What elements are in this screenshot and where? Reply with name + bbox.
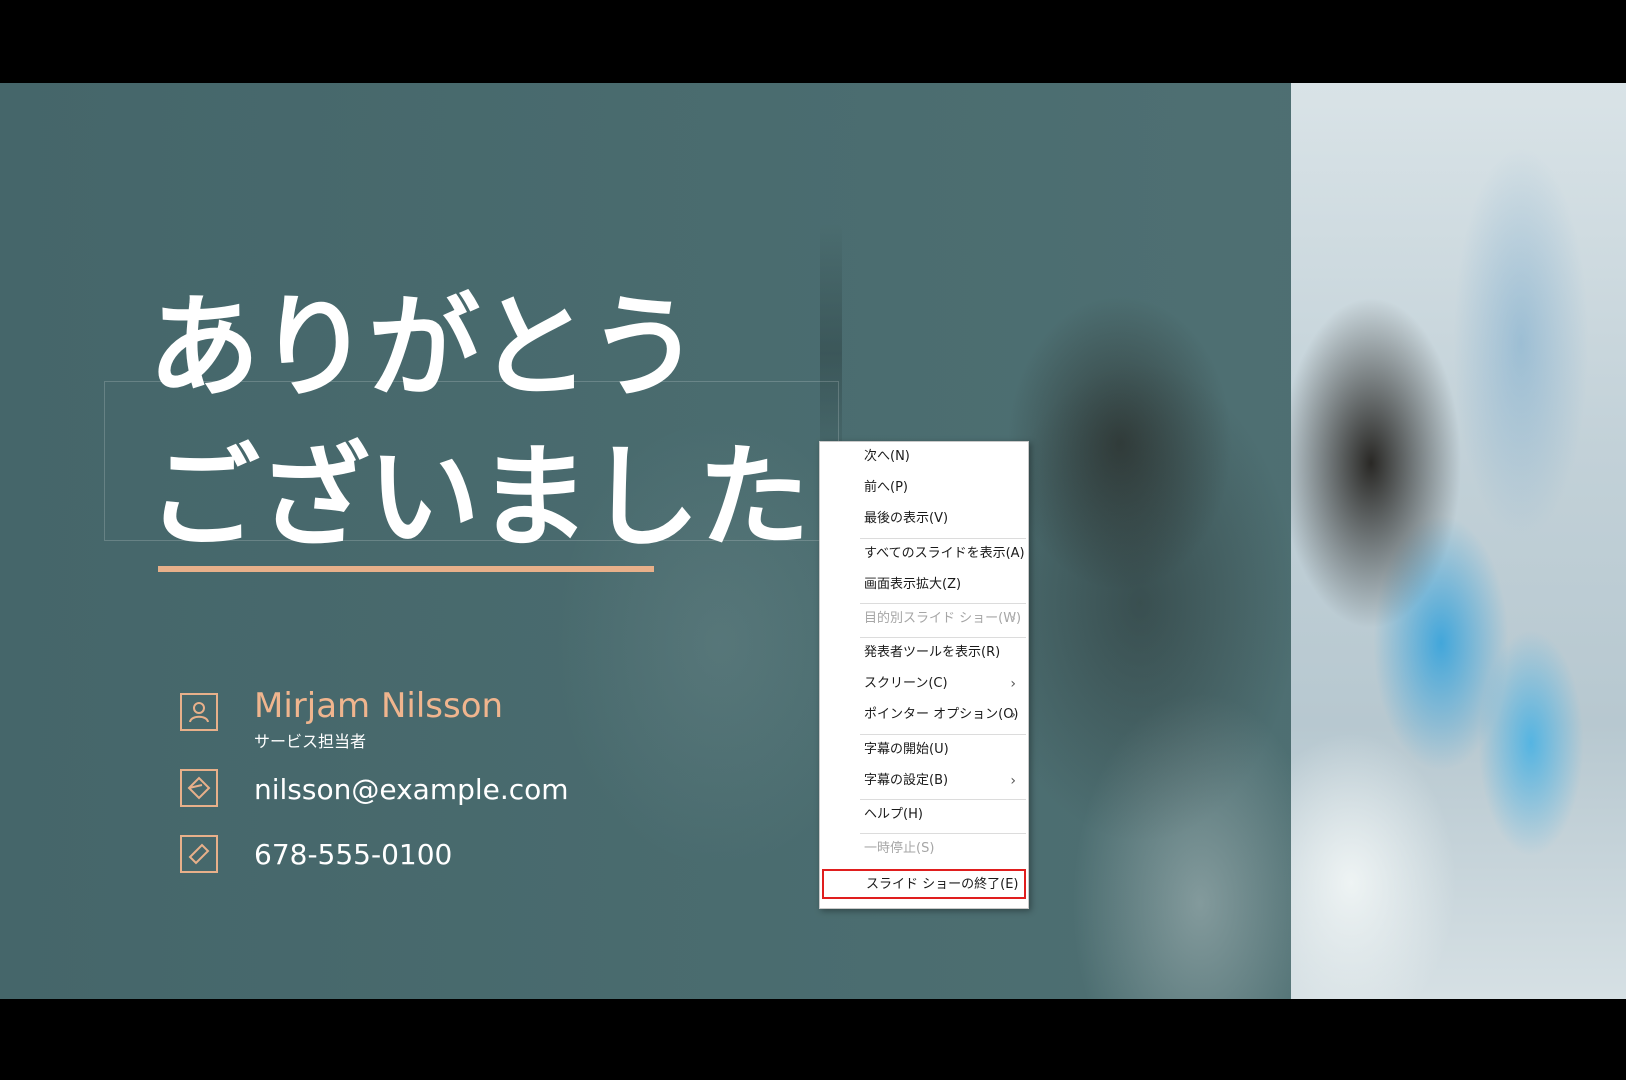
menu-item-label: 字幕の開始(U): [864, 742, 949, 757]
menu-item-label: 一時停止(S): [864, 841, 935, 856]
phone-icon: [180, 835, 218, 873]
menu-item-see-all-slides[interactable]: すべてのスライドを表示(A): [820, 539, 1028, 569]
contact-role: サービス担当者: [254, 732, 367, 751]
menu-item-next[interactable]: 次へ(N): [820, 442, 1028, 472]
title-underline: [158, 566, 654, 572]
menu-item-label: ヘルプ(H): [864, 807, 923, 822]
menu-item-label: 最後の表示(V): [864, 511, 949, 526]
person-icon: [180, 693, 218, 731]
menu-item-label: 前へ(P): [864, 480, 908, 495]
slideshow-context-menu: 次へ(N) 前へ(P) 最後の表示(V) すべてのスライドを表示(A) 画面表示…: [819, 441, 1029, 909]
menu-item-label: スクリーン(C): [864, 676, 948, 691]
email-icon: [180, 769, 218, 807]
menu-item-label: スライド ショーの終了(E): [866, 877, 1019, 892]
lab-photo-panel: [1291, 83, 1626, 999]
menu-item-pointer-options[interactable]: ポインター オプション(O) ›: [820, 700, 1028, 730]
menu-item-label: 次へ(N): [864, 449, 910, 464]
menu-item-pause: 一時停止(S): [820, 834, 1028, 864]
submenu-chevron-icon: ›: [1010, 611, 1016, 627]
menu-item-label: 目的別スライド ショー(W): [864, 611, 1022, 626]
menu-item-help[interactable]: ヘルプ(H): [820, 800, 1028, 830]
slide[interactable]: ありがとうございました Mirjam Nilsson サービス担当者 nilss…: [0, 83, 1626, 999]
submenu-chevron-icon: ›: [1010, 773, 1016, 789]
title-line-1: ありがとう: [148, 283, 700, 413]
submenu-chevron-icon: ›: [1010, 676, 1016, 692]
contact-name: Mirjam Nilsson: [254, 686, 504, 726]
menu-item-start-subtitles[interactable]: 字幕の開始(U): [820, 735, 1028, 765]
menu-item-zoom-in[interactable]: 画面表示拡大(Z): [820, 570, 1028, 600]
slide-title: ありがとうございました: [148, 273, 810, 573]
menu-item-end-show[interactable]: スライド ショーの終了(E): [822, 869, 1026, 899]
contact-phone: 678-555-0100: [254, 838, 453, 871]
submenu-chevron-icon: ›: [1010, 707, 1016, 723]
menu-item-label: ポインター オプション(O): [864, 707, 1019, 722]
menu-item-label: すべてのスライドを表示(A): [864, 546, 1025, 561]
menu-item-screen[interactable]: スクリーン(C) ›: [820, 669, 1028, 699]
menu-item-subtitle-settings[interactable]: 字幕の設定(B) ›: [820, 766, 1028, 796]
menu-item-previous[interactable]: 前へ(P): [820, 473, 1028, 503]
menu-item-label: 画面表示拡大(Z): [864, 577, 962, 592]
contact-email: nilsson@example.com: [254, 773, 569, 806]
menu-item-last-viewed[interactable]: 最後の表示(V): [820, 504, 1028, 534]
menu-item-label: 発表者ツールを表示(R): [864, 645, 1001, 660]
title-line-2: ございました: [148, 433, 810, 563]
menu-item-presenter-view[interactable]: 発表者ツールを表示(R): [820, 638, 1028, 668]
menu-item-custom-show: 目的別スライド ショー(W) ›: [820, 604, 1028, 634]
menu-item-label: 字幕の設定(B): [864, 773, 949, 788]
